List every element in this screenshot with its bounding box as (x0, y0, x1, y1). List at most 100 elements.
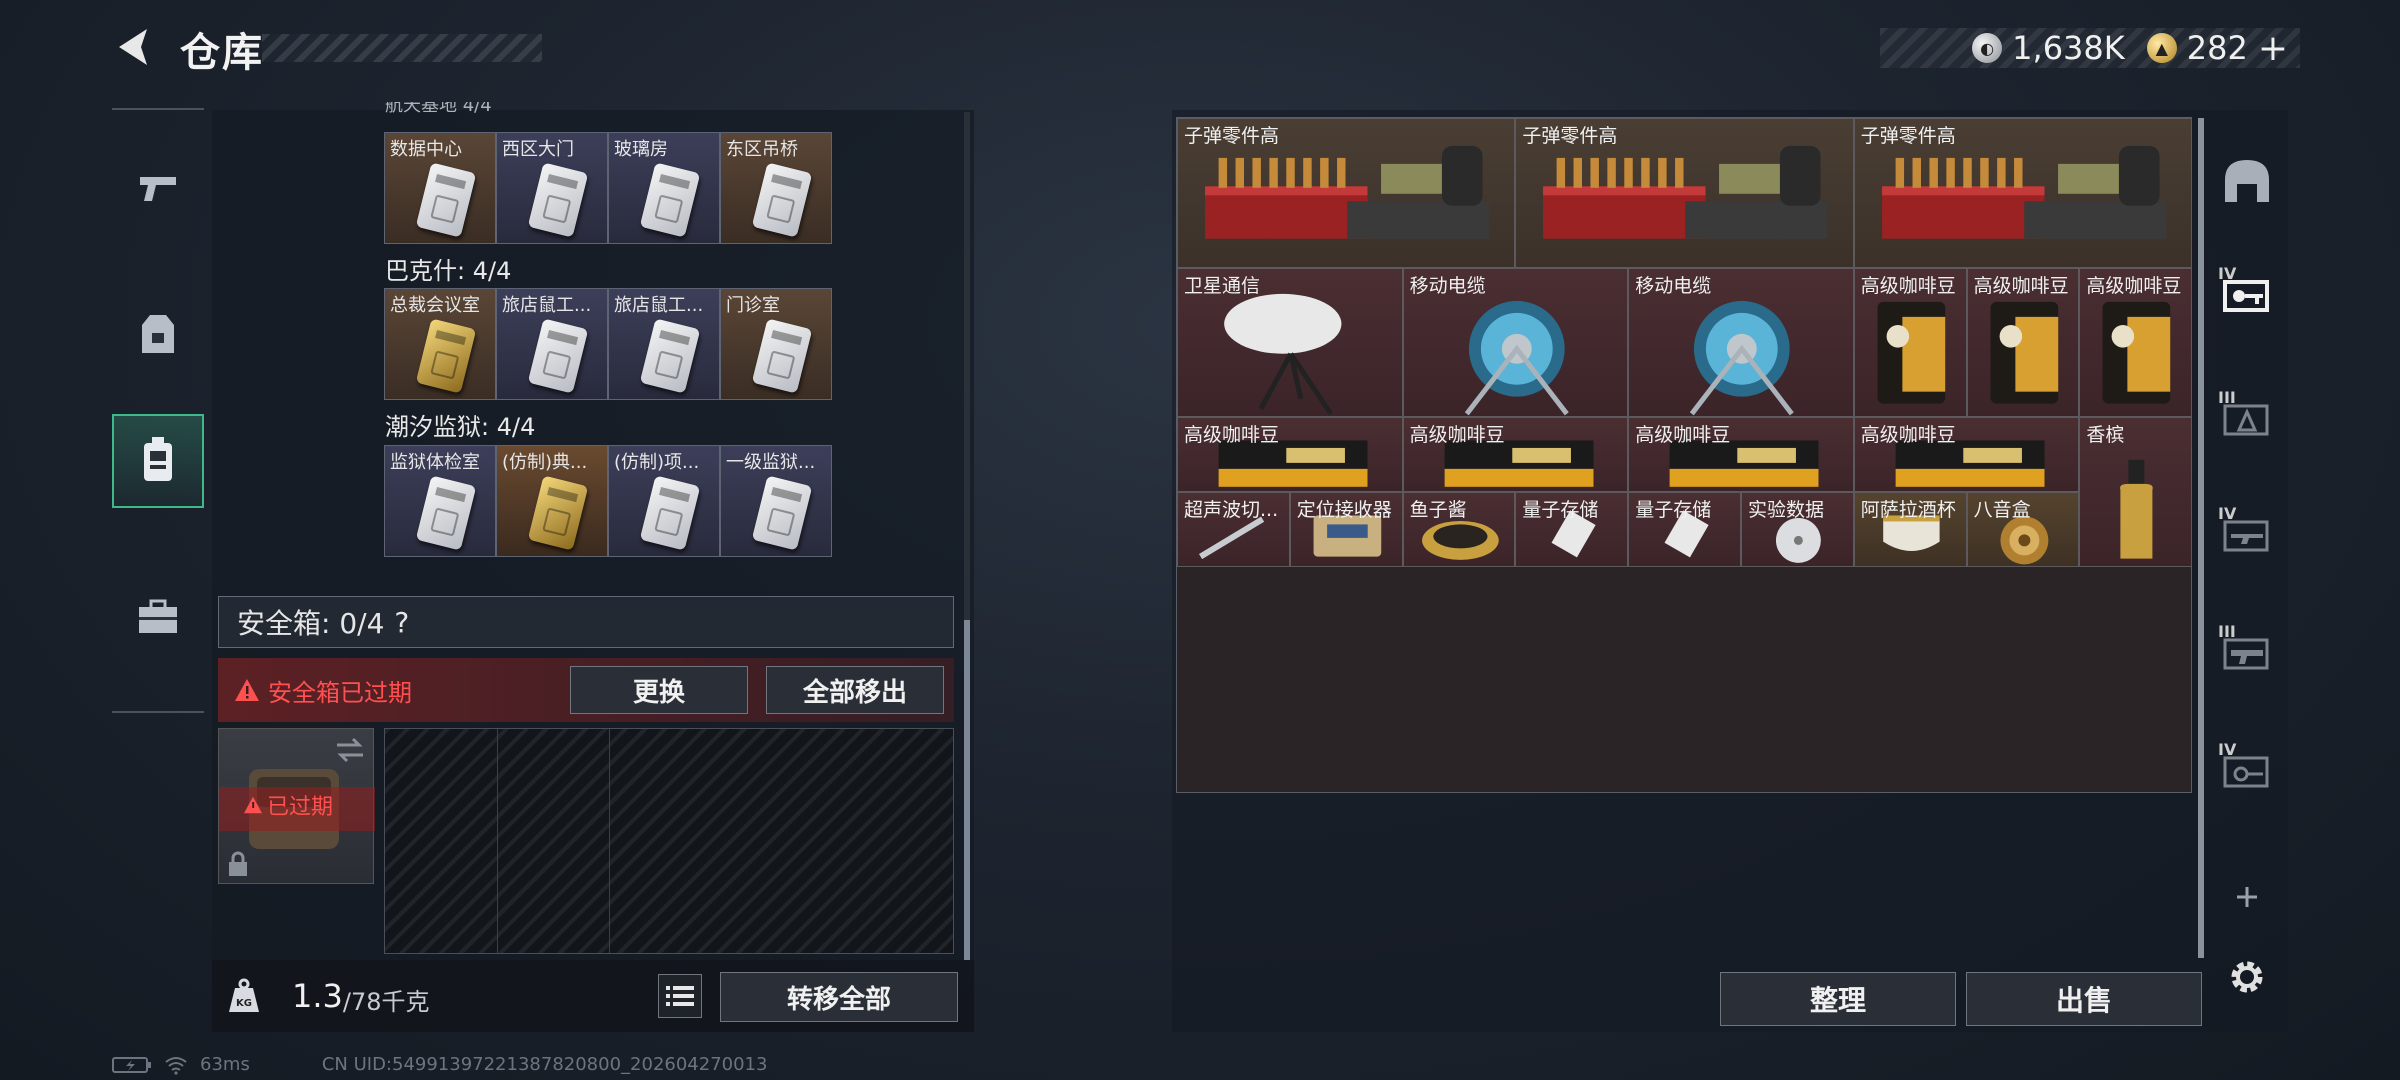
stash-item[interactable]: 高级咖啡豆 (1966, 267, 2080, 418)
stash-tab-5[interactable]: IV (2212, 736, 2282, 806)
key-label: 监狱体检室 (390, 452, 480, 473)
partial-section-label: 航天基地 4/4 (385, 102, 492, 114)
uid-text: CN UID:5499139722138782080​0_20260427001… (321, 1054, 768, 1075)
transfer-all-button[interactable]: 转移全部 (720, 972, 958, 1022)
stash-tab-main[interactable] (2212, 146, 2282, 216)
help-button[interactable]: ? (394, 606, 409, 639)
stash-item[interactable]: 香槟 (2079, 417, 2193, 567)
key-slot[interactable]: 旅店鼠工... (496, 288, 608, 400)
stash-item[interactable]: 子弹零件高 (1515, 118, 1854, 268)
item-label: 高级咖啡豆 (1973, 274, 2069, 297)
settings-button[interactable] (2212, 942, 2282, 1012)
key-slot[interactable]: 一级监狱... (720, 445, 832, 557)
weight-max: /78千克 (342, 987, 430, 1016)
key-slot[interactable]: 数据中心 (384, 132, 496, 244)
nav-keys[interactable] (112, 414, 204, 508)
nav-equipment[interactable] (112, 288, 204, 382)
stash-item[interactable]: 移动电缆 (1628, 267, 1854, 418)
item-label: 高级咖啡豆 (1409, 424, 1505, 447)
weight-icon-wrap: KG (212, 960, 276, 1032)
tier-label: III (2218, 622, 2236, 641)
stash-item[interactable]: 高级咖啡豆 (1853, 267, 1967, 418)
keycard-icon (639, 318, 701, 394)
replace-button[interactable]: 更换 (570, 666, 748, 714)
stash-item[interactable]: 高级咖啡豆 (1853, 417, 2080, 492)
key-label: 旅店鼠工... (502, 295, 592, 316)
stash-item[interactable]: 实验数据 (1741, 492, 1854, 567)
warning-icon (244, 796, 262, 814)
key-slot[interactable]: 总裁会议室 (384, 288, 496, 400)
status-row: 63ms CN UID:5499139722138782080​0_202604… (112, 1054, 767, 1075)
key-slot[interactable]: (仿制)典... (496, 445, 608, 557)
lock-icon (229, 851, 247, 876)
key-slot[interactable]: 监狱体检室 (384, 445, 496, 557)
key-label: 一级监狱... (726, 452, 816, 473)
stash-item[interactable]: 量子存储 (1628, 492, 1741, 567)
keycard-icon (527, 318, 589, 394)
stash-item[interactable]: 定位接收器 (1289, 492, 1403, 567)
item-label: 鱼子酱 (1409, 499, 1467, 521)
warning-icon (235, 679, 259, 701)
right-scrollbar[interactable] (2198, 118, 2204, 958)
key-slot[interactable]: 东区吊桥 (720, 132, 832, 244)
key-slot[interactable]: (仿制)项... (608, 445, 720, 557)
key-label: (仿制)项... (614, 452, 700, 473)
stash-tab-2[interactable]: III (2212, 384, 2282, 454)
keycard-icon (415, 318, 477, 394)
key-label: 玻璃房 (614, 139, 668, 160)
expired-badge-text: 已过期 (267, 795, 334, 820)
tier-label: III (2218, 388, 2236, 407)
safe-box-grid[interactable] (384, 728, 954, 954)
nav-weapons[interactable] (112, 140, 204, 234)
stash-item[interactable]: 八音盒 (1966, 492, 2080, 567)
stash-item[interactable]: 子弹零件高 (1177, 118, 1516, 268)
sell-button[interactable]: 出售 (1966, 972, 2202, 1026)
stash-item[interactable]: 卫星通信 (1177, 267, 1403, 418)
item-label: 高级咖啡豆 (2086, 274, 2182, 297)
swap-icon (337, 737, 363, 763)
stash-item[interactable]: 子弹零件高 (1853, 118, 2193, 268)
stash-item[interactable]: 超声波切... (1177, 492, 1290, 567)
key-slot[interactable]: 门诊室 (720, 288, 832, 400)
stash-item[interactable]: 鱼子酱 (1402, 492, 1516, 567)
list-view-button[interactable] (658, 974, 702, 1018)
stash-item[interactable]: 高级咖啡豆 (1628, 417, 1854, 492)
item-label: 高级咖啡豆 (1860, 274, 1956, 297)
item-label: 子弹零件高 (1860, 125, 1956, 147)
key-slot[interactable]: 玻璃房 (608, 132, 720, 244)
stash-tab-3[interactable]: IV (2212, 500, 2282, 570)
key-label: 门诊室 (726, 295, 780, 316)
item-label: 子弹零件高 (1522, 125, 1618, 147)
weight-icon: KG (229, 978, 259, 1012)
stash-tab-4[interactable]: III (2212, 618, 2282, 688)
stash-grid: 子弹零件高 子弹零件高 子弹零件高 卫星通信 移动电缆 移动电缆 高级咖啡豆 高… (1176, 117, 2193, 793)
stash-tab-1[interactable]: IV (2212, 260, 2282, 330)
remove-all-button[interactable]: 全部移出 (766, 666, 944, 714)
gold-amount: 282 (2186, 29, 2248, 67)
currency-bar: ◐ 1,638K ▲ 282 + (1880, 28, 2300, 69)
stash-item[interactable]: 量子存储 (1515, 492, 1629, 567)
key-slot[interactable]: 西区大门 (496, 132, 608, 244)
stash-item[interactable]: 高级咖啡豆 (1402, 417, 1629, 492)
stash-item[interactable]: 阿萨拉酒杯 (1853, 492, 1967, 567)
add-currency-button[interactable]: + (2258, 28, 2288, 69)
safe-box-slot[interactable]: 已过期 (218, 728, 375, 884)
stash-item[interactable]: 移动电缆 (1402, 267, 1629, 418)
nav-briefcase[interactable] (112, 570, 204, 664)
sort-button[interactable]: 整理 (1720, 972, 1956, 1026)
stash-item[interactable]: 高级咖啡豆 (1177, 417, 1403, 492)
back-button[interactable] (108, 22, 158, 72)
battery-icon (112, 1056, 151, 1073)
item-label: 量子存储 (1522, 499, 1599, 521)
safe-box-label: 安全箱: 0/4 (237, 607, 385, 640)
keycard-icon (415, 162, 477, 238)
tier-label: IV (2218, 504, 2237, 523)
group-title-prison: 潮汐监狱: 4/4 (385, 413, 536, 441)
add-stash-tab-button[interactable] (2212, 862, 2282, 932)
gear-icon (2231, 961, 2263, 993)
left-scrollbar-thumb[interactable] (964, 620, 970, 960)
key-slot[interactable]: 旅店鼠工... (608, 288, 720, 400)
stash-item[interactable]: 高级咖啡豆 (2079, 267, 2193, 418)
wifi-icon (165, 1056, 187, 1075)
item-label: 高级咖啡豆 (1860, 424, 1956, 447)
